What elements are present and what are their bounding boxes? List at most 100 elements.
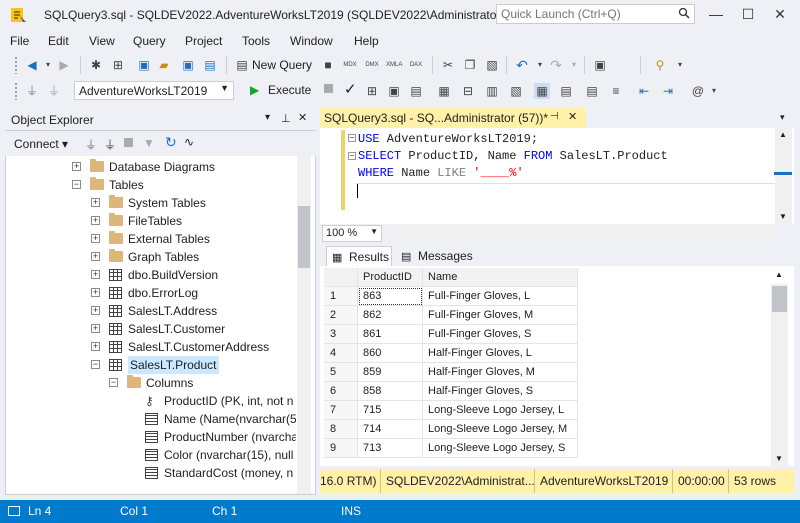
scrollbar-thumb[interactable] bbox=[772, 286, 787, 312]
connect-plug-icon[interactable]: ⏚ bbox=[85, 136, 97, 153]
specify-values-icon[interactable]: @ bbox=[690, 83, 706, 99]
tree-node[interactable]: + System Tables bbox=[0, 194, 296, 212]
dropdown-arrow-icon[interactable]: ▾ bbox=[672, 57, 688, 73]
query-designer-icon[interactable]: ▣ bbox=[386, 83, 402, 99]
parse-check-icon[interactable]: ✓ bbox=[344, 80, 357, 98]
scroll-up-icon[interactable]: ▲ bbox=[775, 270, 783, 279]
tree-node[interactable]: + SalesLT.CustomerAddress bbox=[0, 338, 296, 356]
tree-node[interactable]: + SalesLT.Customer bbox=[0, 320, 296, 338]
name-cell[interactable]: Half-Finger Gloves, S bbox=[423, 382, 578, 401]
expand-icon[interactable]: + bbox=[91, 306, 100, 315]
editor-vertical-scrollbar[interactable] bbox=[775, 128, 792, 224]
tree-node[interactable]: + Database Diagrams bbox=[0, 158, 296, 176]
cut-icon[interactable]: ✂ bbox=[440, 57, 456, 73]
tab-messages[interactable]: ▤ Messages bbox=[396, 246, 473, 266]
scroll-up-icon[interactable]: ▲ bbox=[779, 130, 787, 139]
paste-icon[interactable]: ▧ bbox=[484, 57, 500, 73]
menu-project[interactable]: Project bbox=[185, 34, 222, 48]
scroll-down-icon[interactable]: ▼ bbox=[779, 212, 787, 221]
menu-query[interactable]: Query bbox=[133, 34, 166, 48]
productid-cell[interactable]: 861 bbox=[358, 325, 423, 344]
tree-node[interactable]: − Tables bbox=[0, 176, 296, 194]
row-number-cell[interactable]: 1 bbox=[324, 287, 358, 306]
tree-node[interactable]: + dbo.BuildVersion bbox=[0, 266, 296, 284]
client-stats-icon[interactable]: ▧ bbox=[508, 83, 524, 99]
row-number-cell[interactable]: 3 bbox=[324, 325, 358, 344]
tree-node[interactable]: + SalesLT.Address bbox=[0, 302, 296, 320]
save-icon[interactable]: ▣ bbox=[136, 57, 152, 73]
tree-node[interactable]: + FileTables bbox=[0, 212, 296, 230]
connect-plug-icon[interactable]: ⏚ bbox=[24, 83, 40, 99]
tree-node[interactable]: + dbo.ErrorLog bbox=[0, 284, 296, 302]
row-number-cell[interactable]: 6 bbox=[324, 382, 358, 401]
column-header-name[interactable]: Name bbox=[423, 268, 578, 287]
new-query-icon[interactable]: ▤ bbox=[234, 57, 250, 73]
copy-icon[interactable]: ❐ bbox=[462, 57, 478, 73]
collapse-outline-icon[interactable]: − bbox=[348, 134, 356, 142]
execute-button[interactable]: Execute bbox=[268, 83, 311, 97]
productid-cell[interactable]: 863 bbox=[358, 287, 423, 306]
tree-node[interactable]: ProductNumber (nvarcha bbox=[0, 428, 296, 446]
activity-icon[interactable]: ∿ bbox=[184, 135, 194, 149]
productid-cell[interactable]: 862 bbox=[358, 306, 423, 325]
results-to-text-icon[interactable]: ▤ bbox=[558, 83, 574, 99]
toolbar-grip[interactable] bbox=[14, 82, 18, 100]
expand-icon[interactable]: + bbox=[91, 270, 100, 279]
tree-node[interactable]: + External Tables bbox=[0, 230, 296, 248]
tree-node[interactable]: + Graph Tables bbox=[0, 248, 296, 266]
increase-indent-icon[interactable]: ⇥ bbox=[660, 83, 676, 99]
maximize-button[interactable]: ☐ bbox=[735, 3, 761, 25]
tree-node[interactable]: Color (nvarchar(15), null bbox=[0, 446, 296, 464]
output-window-icon[interactable] bbox=[8, 506, 20, 516]
dax-query-icon[interactable]: DAX bbox=[408, 57, 424, 73]
undo-icon[interactable]: ↶ bbox=[514, 57, 530, 73]
database-select[interactable]: AdventureWorksLT2019 ▼ bbox=[74, 81, 234, 100]
new-project-icon[interactable]: ✱ bbox=[88, 57, 104, 73]
row-number-cell[interactable]: 5 bbox=[324, 363, 358, 382]
collapse-outline-icon[interactable]: − bbox=[348, 152, 356, 160]
close-button[interactable]: ✕ bbox=[767, 3, 793, 25]
productid-cell[interactable]: 858 bbox=[358, 382, 423, 401]
results-to-file-icon[interactable]: ▤ bbox=[584, 83, 600, 99]
menu-window[interactable]: Window bbox=[290, 34, 333, 48]
row-number-cell[interactable]: 8 bbox=[324, 420, 358, 439]
menu-help[interactable]: Help bbox=[354, 34, 379, 48]
refresh-icon[interactable]: ↻ bbox=[165, 134, 177, 151]
name-cell[interactable]: Full-Finger Gloves, L bbox=[423, 287, 578, 306]
find-icon[interactable]: ⚲ bbox=[652, 57, 668, 73]
collapse-icon[interactable]: − bbox=[72, 180, 81, 189]
toolbar-grip[interactable] bbox=[14, 56, 18, 74]
tree-node[interactable]: − SalesLT.Product bbox=[0, 356, 296, 374]
new-query-button[interactable]: New Query bbox=[252, 58, 312, 72]
row-number-cell[interactable]: 4 bbox=[324, 344, 358, 363]
name-cell[interactable]: Long-Sleeve Logo Jersey, S bbox=[423, 439, 578, 458]
cancel-query-icon[interactable] bbox=[324, 84, 333, 93]
name-cell[interactable]: Half-Finger Gloves, M bbox=[423, 363, 578, 382]
zoom-select[interactable]: 100 % ▼ bbox=[322, 225, 382, 242]
disconnect-icon[interactable]: ⏚ bbox=[104, 136, 116, 153]
quick-launch-input[interactable] bbox=[496, 4, 695, 24]
name-cell[interactable]: Full-Finger Gloves, S bbox=[423, 325, 578, 344]
tab-list-dropdown-icon[interactable]: ▾ bbox=[780, 112, 785, 123]
search-icon[interactable] bbox=[678, 7, 690, 19]
activity-monitor-icon[interactable]: ▣ bbox=[592, 57, 608, 73]
dropdown-arrow-icon[interactable]: ▾ bbox=[532, 57, 548, 73]
comment-icon[interactable]: ≡ bbox=[608, 83, 624, 99]
dmx-query-icon[interactable]: DMX bbox=[364, 57, 380, 73]
expand-icon[interactable]: + bbox=[91, 198, 100, 207]
stop-icon[interactable] bbox=[124, 138, 133, 147]
minimize-button[interactable]: — bbox=[703, 3, 729, 25]
menu-edit[interactable]: Edit bbox=[48, 34, 69, 48]
productid-cell[interactable]: 860 bbox=[358, 344, 423, 363]
productid-cell[interactable]: 715 bbox=[358, 401, 423, 420]
save-all-icon[interactable]: ▤ bbox=[202, 57, 218, 73]
open-folder-icon[interactable]: ▰ bbox=[156, 57, 172, 73]
column-header-productid[interactable]: ProductID bbox=[358, 268, 423, 287]
scrollbar-thumb[interactable] bbox=[298, 206, 310, 268]
tree-node[interactable]: − Columns bbox=[0, 374, 296, 392]
estimated-plan-icon[interactable]: ⊞ bbox=[364, 83, 380, 99]
dropdown-arrow-icon[interactable]: ▾ bbox=[40, 57, 56, 73]
redo-icon[interactable]: ↷ bbox=[548, 57, 564, 73]
name-cell[interactable]: Long-Sleeve Logo Jersey, M bbox=[423, 420, 578, 439]
scroll-down-icon[interactable]: ▼ bbox=[775, 454, 783, 463]
